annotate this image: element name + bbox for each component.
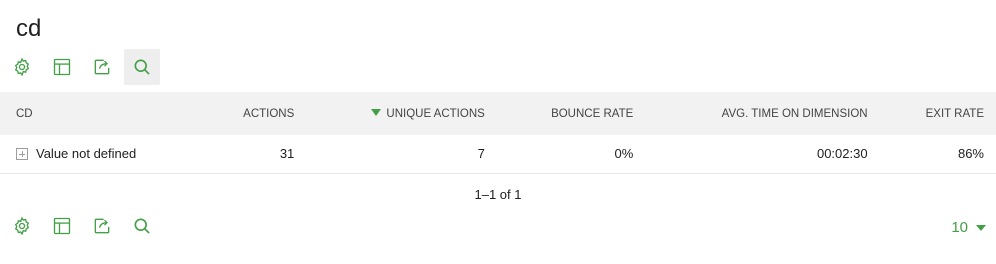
export-icon [94,59,110,75]
column-header-bounce-rate[interactable]: BOUNCE RATE [497,92,645,135]
table-icon [53,58,71,76]
column-header-label[interactable]: CD [0,92,200,135]
settings-button[interactable] [4,49,40,85]
export-button[interactable] [84,49,120,85]
caret-down-icon [976,224,986,231]
sort-desc-icon [371,108,382,116]
cell-actions: 31 [279,146,295,162]
pagination-text: 1–1 of 1 [474,187,522,202]
gear-icon [14,216,30,236]
column-header-unique-actions[interactable]: UNIQUE ACTIONS [306,92,497,135]
gear-icon [14,57,30,77]
report-title: cd [16,15,42,42]
report-table: CD ACTIONS UNIQUE ACTIONS BOUNCE RATE AV… [0,92,996,174]
column-header-actions[interactable]: ACTIONS [200,92,307,135]
search-icon [134,218,150,234]
column-header-avg-time[interactable]: AVG. TIME ON DIMENSION [645,92,879,135]
row-label-cell[interactable]: Value not defined [0,135,200,173]
pagination-info: 1–1 of 1 [0,187,996,202]
column-header-exit-rate[interactable]: EXIT RATE [880,92,996,135]
limit-selector[interactable]: 10 [951,219,986,236]
column-header-unique-actions-label: UNIQUE ACTIONS [386,107,485,120]
search-button[interactable] [124,208,160,244]
export-icon [94,218,110,234]
export-button[interactable] [84,208,120,244]
expand-icon[interactable] [16,147,28,160]
search-icon [134,59,150,75]
cell-bounce-rate: 0% [614,146,634,162]
visualization-button[interactable] [44,49,80,85]
table-icon [53,217,71,235]
report-toolbar-top [4,49,160,85]
table-header-row: CD ACTIONS UNIQUE ACTIONS BOUNCE RATE AV… [0,92,996,135]
row-label: Value not defined [36,146,137,162]
settings-button[interactable] [4,208,40,244]
table-row[interactable]: Value not defined 31 7 0% 00:02:30 86% [0,135,996,173]
report-toolbar-bottom [4,208,160,244]
cell-exit-rate: 86% [957,146,984,162]
cell-avg-time: 00:02:30 [816,146,868,162]
visualization-button[interactable] [44,208,80,244]
cell-unique-actions: 7 [477,146,485,162]
search-button[interactable] [124,49,160,85]
limit-value: 10 [951,219,968,236]
